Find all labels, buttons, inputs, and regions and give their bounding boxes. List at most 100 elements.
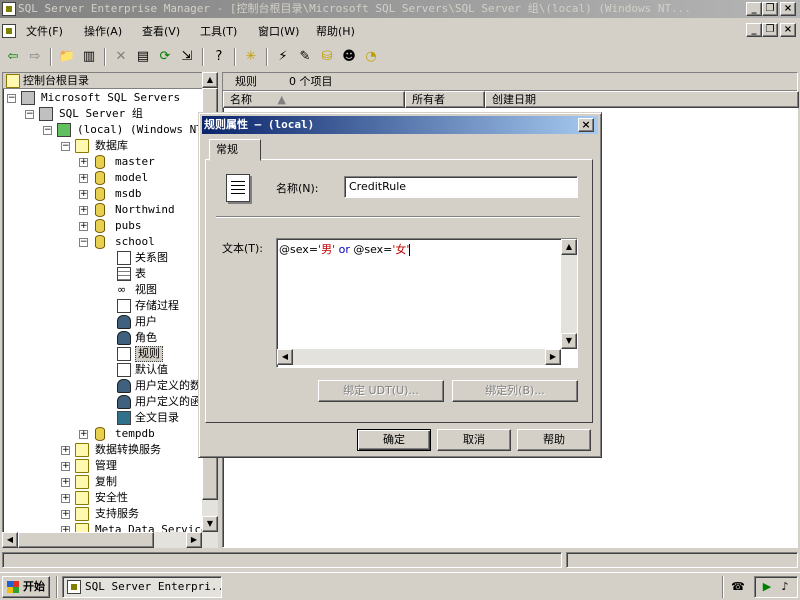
tree-horizontal-scrollbar[interactable]: ◀ ▶ bbox=[2, 532, 218, 548]
menu-bar: 文件(F) 操作(A) 查看(V) 工具(T) 窗口(W) 帮助(H) _ ❐ … bbox=[0, 20, 800, 42]
menu-action[interactable]: 操作(A) bbox=[80, 23, 126, 41]
system-tray: ▶ ♪ bbox=[754, 576, 798, 598]
default-icon bbox=[117, 363, 131, 377]
dialog-title-bar[interactable]: 规则属性 — (local) × bbox=[202, 116, 598, 134]
dialog-close-icon[interactable]: × bbox=[578, 118, 594, 132]
properties-icon[interactable]: ▤ bbox=[134, 48, 152, 66]
status-pane-secondary bbox=[566, 552, 798, 568]
volume-icon[interactable]: ♪ bbox=[777, 579, 793, 595]
expand-icon[interactable]: + bbox=[61, 478, 70, 487]
cancel-button[interactable]: 取消 bbox=[437, 429, 511, 451]
glasses-icon: ∞ bbox=[117, 283, 127, 296]
expand-icon[interactable]: + bbox=[61, 446, 70, 455]
stored-procedure-icon bbox=[117, 299, 131, 313]
expand-icon[interactable]: + bbox=[79, 430, 88, 439]
wizard-icon[interactable]: ✳ bbox=[242, 48, 260, 66]
app-title-bar[interactable]: SQL Server Enterprise Manager - [控制台根目录\… bbox=[0, 0, 800, 18]
text-scroll-up-icon[interactable]: ▲ bbox=[561, 239, 577, 255]
bind-column-button[interactable]: 绑定列(B)... bbox=[452, 380, 578, 402]
server-running-icon bbox=[57, 123, 71, 137]
document-icon[interactable] bbox=[2, 24, 16, 38]
maximize-button[interactable]: ❐ bbox=[762, 2, 778, 16]
collapse-icon[interactable]: − bbox=[61, 142, 70, 151]
database-icon bbox=[95, 235, 105, 249]
server-group-icon bbox=[39, 107, 53, 121]
child-restore-button[interactable]: ❐ bbox=[762, 23, 778, 37]
new-job-icon[interactable]: ◔ bbox=[362, 48, 380, 66]
expand-icon[interactable]: + bbox=[79, 190, 88, 199]
folder-icon bbox=[75, 507, 89, 521]
expand-icon[interactable]: + bbox=[79, 206, 88, 215]
tab-panel-general: 名称(N): CreditRule 文本(T): @sex='男' or @se… bbox=[205, 159, 593, 423]
scroll-thumb[interactable] bbox=[18, 532, 154, 548]
help-button[interactable]: 帮助 bbox=[517, 429, 591, 451]
sql-service-manager-icon[interactable]: ▶ bbox=[759, 579, 775, 595]
collapse-icon[interactable]: − bbox=[43, 126, 52, 135]
new-database-icon[interactable]: ⛁ bbox=[318, 48, 336, 66]
folder-icon bbox=[75, 139, 89, 153]
expand-icon[interactable]: + bbox=[79, 158, 88, 167]
help-icon[interactable]: ? bbox=[210, 48, 228, 66]
rule-properties-dialog: 规则属性 — (local) × 常规 名称(N): CreditRule 文本… bbox=[198, 112, 602, 458]
forward-arrow-icon[interactable]: ⇨ bbox=[26, 48, 44, 66]
network-tray-icon[interactable]: ☎ bbox=[730, 579, 746, 595]
folder-icon bbox=[75, 443, 89, 457]
menu-file[interactable]: 文件(F) bbox=[22, 23, 67, 41]
show-tree-icon[interactable]: ▥ bbox=[80, 48, 98, 66]
menu-window[interactable]: 窗口(W) bbox=[254, 23, 303, 41]
text-label: 文本(T): bbox=[222, 242, 264, 255]
tab-general[interactable]: 常规 bbox=[209, 139, 261, 161]
register-server-icon[interactable]: ⚡ bbox=[274, 48, 292, 66]
collapse-icon[interactable]: − bbox=[79, 238, 88, 247]
collapse-icon[interactable]: − bbox=[7, 94, 16, 103]
scroll-down-icon[interactable]: ▼ bbox=[202, 516, 218, 532]
separator bbox=[216, 216, 580, 218]
rule-icon bbox=[117, 347, 131, 361]
rule-text: @sex='男' or @sex='女' bbox=[279, 243, 411, 256]
dialog-title: 规则属性 — (local) bbox=[204, 118, 315, 131]
text-scroll-right-icon[interactable]: ▶ bbox=[545, 349, 561, 365]
column-name[interactable]: 名称 ▲ bbox=[223, 91, 405, 108]
menu-view[interactable]: 查看(V) bbox=[138, 23, 184, 41]
refresh-icon[interactable]: ⟳ bbox=[156, 48, 174, 66]
bind-udt-button[interactable]: 绑定 UDT(U)... bbox=[318, 380, 444, 402]
text-scroll-down-icon[interactable]: ▼ bbox=[561, 333, 577, 349]
text-vertical-scrollbar[interactable] bbox=[561, 255, 577, 333]
expand-icon[interactable]: + bbox=[61, 494, 70, 503]
console-tree[interactable]: 控制台根目录 − Microsoft SQL Servers − SQL Ser… bbox=[2, 72, 218, 548]
taskbar-task-enterprise-manager[interactable]: SQL Server Enterpri... bbox=[62, 576, 222, 598]
start-button[interactable]: 开始 bbox=[2, 576, 50, 598]
expand-icon[interactable]: + bbox=[79, 174, 88, 183]
scroll-right-icon[interactable]: ▶ bbox=[186, 532, 202, 548]
menu-help[interactable]: 帮助(H) bbox=[312, 23, 359, 41]
text-horizontal-scrollbar[interactable] bbox=[293, 349, 545, 365]
back-arrow-icon[interactable]: ⇦ bbox=[4, 48, 22, 66]
new-login-icon[interactable]: ☻ bbox=[340, 48, 358, 66]
minimize-button[interactable]: _ bbox=[746, 2, 762, 16]
scroll-left-icon[interactable]: ◀ bbox=[2, 532, 18, 548]
expand-icon[interactable]: + bbox=[61, 462, 70, 471]
column-created-date[interactable]: 创建日期 bbox=[485, 91, 799, 108]
close-button[interactable]: × bbox=[780, 2, 796, 16]
database-icon bbox=[95, 187, 105, 201]
rule-text-area[interactable]: @sex='男' or @sex='女' ▲ ▼ ◀ ▶ bbox=[276, 238, 578, 368]
scroll-up-icon[interactable]: ▲ bbox=[202, 72, 218, 88]
user-defined-function-icon bbox=[117, 395, 131, 409]
table-icon bbox=[117, 267, 131, 281]
menu-tools[interactable]: 工具(T) bbox=[196, 23, 241, 41]
up-folder-icon[interactable]: 📁 bbox=[58, 48, 76, 66]
ok-button[interactable]: 确定 bbox=[357, 429, 431, 451]
delete-icon[interactable]: ✕ bbox=[112, 48, 130, 66]
expand-icon[interactable]: + bbox=[79, 222, 88, 231]
child-minimize-button[interactable]: _ bbox=[746, 23, 762, 37]
folder-icon bbox=[75, 459, 89, 473]
child-close-button[interactable]: × bbox=[780, 23, 796, 37]
name-field[interactable]: CreditRule bbox=[344, 176, 578, 198]
export-list-icon[interactable]: ⇲ bbox=[178, 48, 196, 66]
expand-icon[interactable]: + bbox=[61, 510, 70, 519]
enterprise-manager-icon bbox=[67, 580, 81, 594]
text-scroll-left-icon[interactable]: ◀ bbox=[277, 349, 293, 365]
collapse-icon[interactable]: − bbox=[25, 110, 34, 119]
column-owner[interactable]: 所有者 bbox=[405, 91, 485, 108]
query-analyzer-icon[interactable]: ✎ bbox=[296, 48, 314, 66]
